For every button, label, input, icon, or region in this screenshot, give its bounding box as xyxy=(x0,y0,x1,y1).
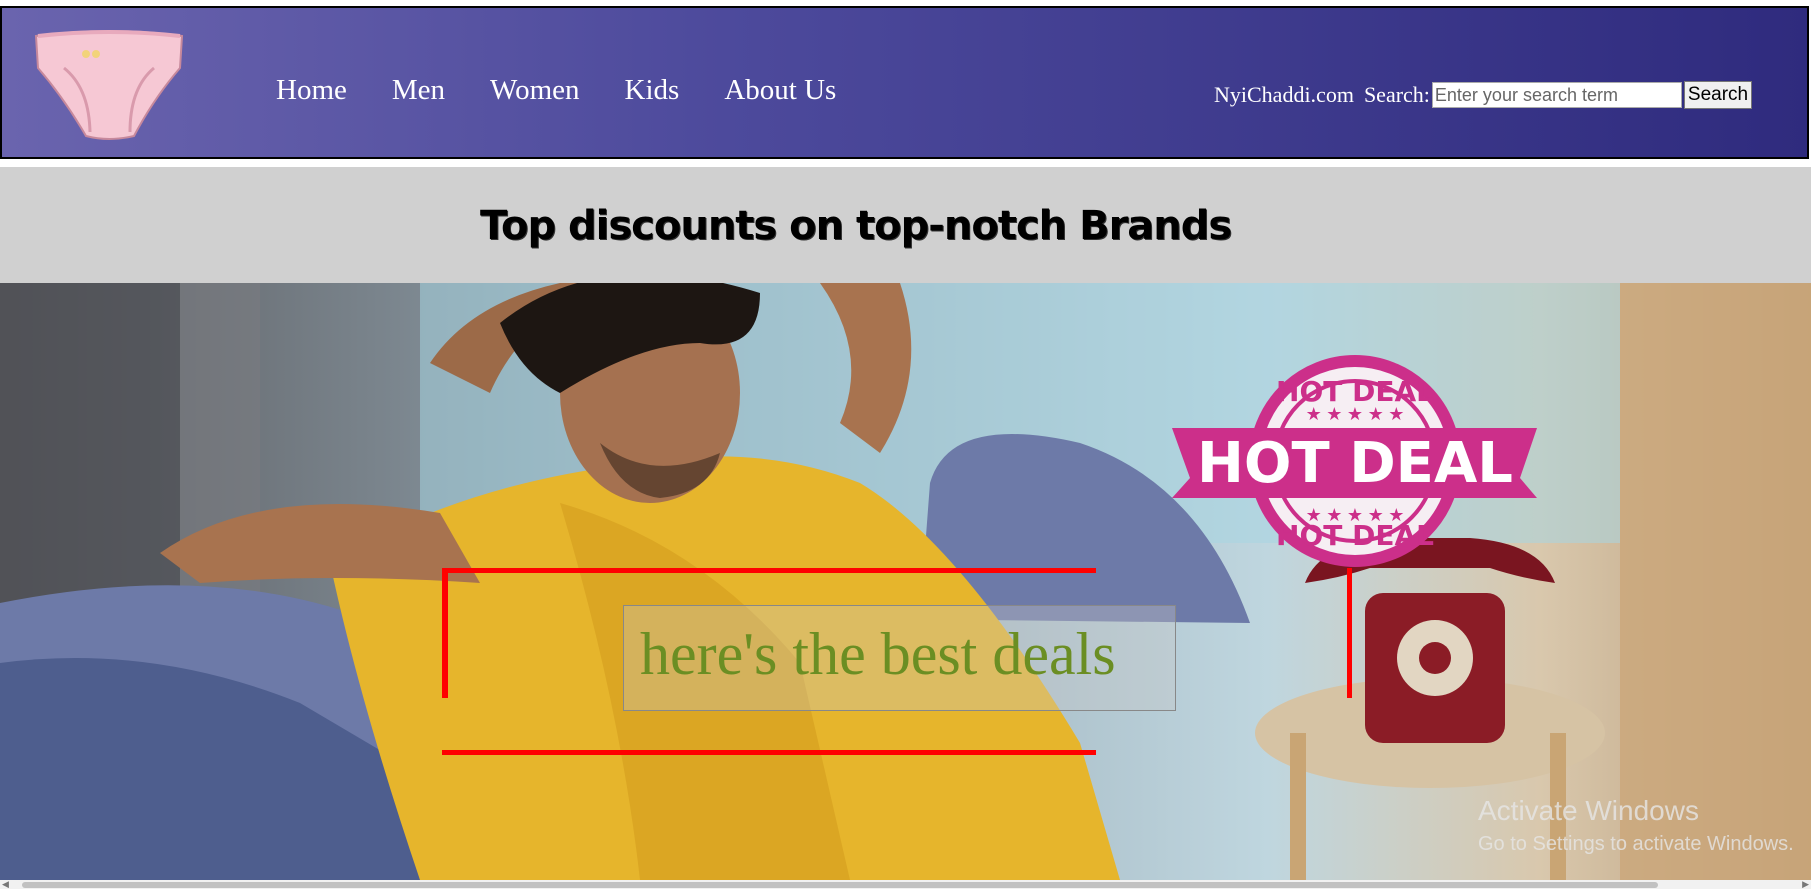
main-nav: Home Men Women Kids About Us xyxy=(276,74,836,107)
svg-text:HOT DEAL: HOT DEAL xyxy=(1197,431,1513,496)
nav-women[interactable]: Women xyxy=(490,74,579,107)
scroll-right-icon[interactable]: ▶ xyxy=(1802,880,1809,889)
svg-text:★ ★ ★ ★ ★: ★ ★ ★ ★ ★ xyxy=(1306,505,1405,525)
red-line-left xyxy=(442,568,448,698)
watermark-line-2: Go to Settings to activate Windows. xyxy=(1478,833,1794,855)
svg-text:★ ★ ★ ★ ★: ★ ★ ★ ★ ★ xyxy=(1306,404,1405,424)
windows-activation-watermark: Activate Windows Go to Settings to activ… xyxy=(1478,795,1794,856)
red-line-right xyxy=(1347,568,1352,698)
promo-banner: Top discounts on top-notch Brands xyxy=(0,167,1811,283)
site-header: Home Men Women Kids About Us NyiChaddi.c… xyxy=(0,6,1809,159)
underwear-logo-icon[interactable] xyxy=(34,28,184,143)
red-line-bottom xyxy=(442,750,1096,755)
deal-caption: here's the best deals xyxy=(640,621,1116,687)
hero-photo: HOT DEAL HOT DEAL HOT DEAL ★ ★ ★ ★ ★ ★ ★… xyxy=(0,283,1811,880)
horizontal-scrollbar[interactable]: ◀ ▶ xyxy=(0,880,1811,889)
nav-about-us[interactable]: About Us xyxy=(724,74,836,107)
search-area: NyiChaddi.com Search: Search xyxy=(1214,81,1753,109)
search-button[interactable]: Search xyxy=(1683,81,1753,109)
scroll-left-icon[interactable]: ◀ xyxy=(2,880,9,889)
nav-men[interactable]: Men xyxy=(392,74,445,107)
scrollbar-thumb[interactable] xyxy=(22,882,1658,888)
deal-caption-box: here's the best deals xyxy=(623,605,1176,711)
nav-kids[interactable]: Kids xyxy=(625,74,680,107)
watermark-line-1: Activate Windows xyxy=(1478,795,1699,826)
red-line-top xyxy=(442,568,1096,573)
hero-section: HOT DEAL HOT DEAL HOT DEAL ★ ★ ★ ★ ★ ★ ★… xyxy=(0,283,1811,880)
search-label: Search: xyxy=(1363,82,1430,107)
banner-title: Top discounts on top-notch Brands xyxy=(480,203,1232,249)
nav-home[interactable]: Home xyxy=(276,74,347,107)
search-input[interactable] xyxy=(1431,82,1682,108)
brand-name: NyiChaddi.com xyxy=(1214,82,1354,107)
